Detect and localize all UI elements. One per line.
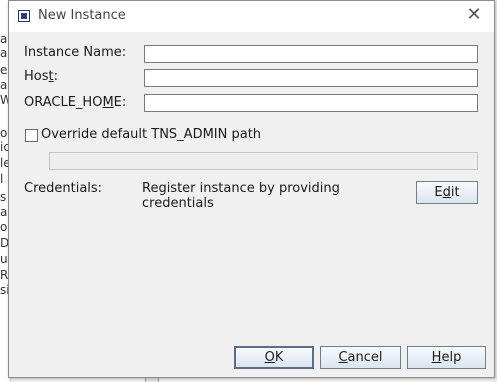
credentials-value: Register instance by providing credentia… xyxy=(142,181,340,211)
app-icon xyxy=(18,10,30,22)
instance-name-label: Instance Name: xyxy=(24,45,127,60)
close-icon[interactable]: ✕ xyxy=(466,6,482,24)
host-label: Host: xyxy=(24,69,59,84)
dialog-title: New Instance xyxy=(38,8,126,23)
tns-admin-path-input xyxy=(49,152,478,170)
dialog-titlebar: New Instance ✕ xyxy=(9,1,494,32)
oracle-home-label: ORACLE_HOME: xyxy=(24,95,127,110)
host-input[interactable] xyxy=(144,69,478,87)
credentials-label: Credentials: xyxy=(24,181,103,196)
override-tns-admin-checkbox[interactable] xyxy=(25,129,38,142)
oracle-home-input[interactable] xyxy=(144,94,478,112)
new-instance-dialog: New Instance ✕ Instance Name: Host: ORAC… xyxy=(8,0,495,378)
override-tns-admin-label[interactable]: Override default TNS_ADMIN path xyxy=(41,127,261,142)
help-button[interactable]: Help xyxy=(407,346,486,369)
edit-credentials-button[interactable]: Edit xyxy=(416,181,478,204)
instance-name-input[interactable] xyxy=(144,45,478,63)
ok-button[interactable]: OK xyxy=(234,346,314,369)
cancel-button[interactable]: Cancel xyxy=(320,346,401,369)
